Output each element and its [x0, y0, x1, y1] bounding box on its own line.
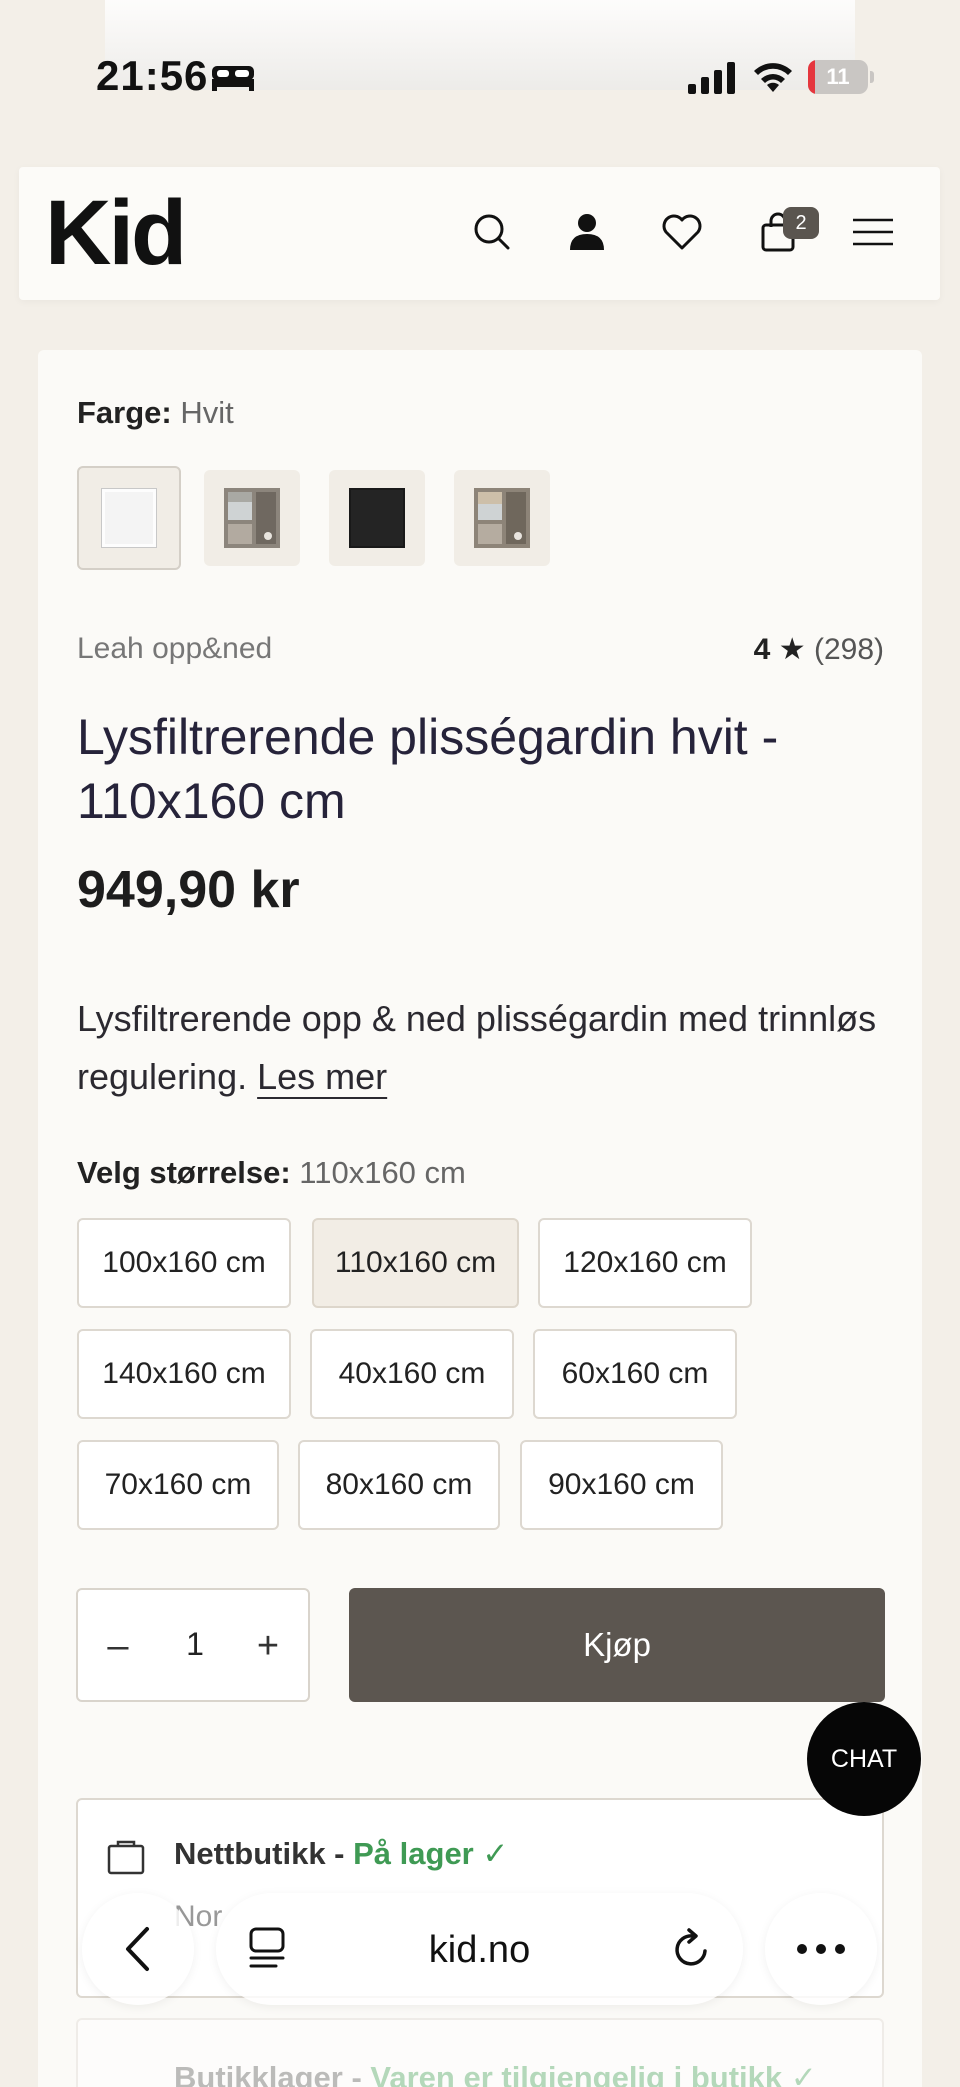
swatch-grey-room[interactable] — [204, 470, 300, 566]
account-icon[interactable] — [562, 207, 612, 257]
quantity-value[interactable]: 1 — [158, 1626, 232, 1663]
swatch-beige-room[interactable] — [454, 470, 550, 566]
size-option-selected[interactable]: 110x160 cm — [312, 1218, 519, 1308]
white-blind-thumbnail — [101, 488, 157, 548]
kid-logo[interactable]: Kid — [45, 187, 187, 279]
search-icon[interactable] — [467, 207, 517, 257]
product-card: Farge: Hvit Leah opp&ned 4 ★ (298) Lysfi… — [38, 350, 922, 2087]
product-brand[interactable]: Leah opp&ned — [77, 632, 272, 666]
browser-back-button[interactable] — [82, 1893, 194, 2005]
size-option[interactable]: 70x160 cm — [77, 1440, 279, 1530]
color-value: Hvit — [180, 395, 234, 430]
cart-count-badge: 2 — [783, 207, 819, 239]
url-text: kid.no — [428, 1929, 531, 1971]
product-rating[interactable]: 4 ★ (298) — [754, 632, 884, 667]
menu-icon[interactable] — [848, 207, 898, 257]
size-label: Velg størrelse: — [77, 1155, 291, 1190]
size-option[interactable]: 90x160 cm — [520, 1440, 723, 1530]
star-icon: ★ — [778, 633, 806, 666]
size-option[interactable]: 60x160 cm — [533, 1329, 737, 1419]
browser-address-bar[interactable]: kid.no — [216, 1893, 743, 2005]
read-more-link[interactable]: Les mer — [257, 1056, 387, 1097]
black-blind-thumbnail — [349, 488, 405, 548]
store-stock-label: Butikklager - — [174, 2060, 371, 2087]
bag-icon — [107, 1840, 145, 1875]
product-price: 949,90 kr — [77, 861, 300, 919]
buy-button[interactable]: Kjøp — [349, 1588, 885, 1702]
more-icon — [797, 1944, 845, 1954]
grey-blind-room-thumbnail — [224, 488, 280, 548]
size-option[interactable]: 80x160 cm — [298, 1440, 500, 1530]
online-store-label: Nettbutikk - — [174, 1836, 354, 1871]
size-option[interactable]: 120x160 cm — [538, 1218, 752, 1308]
wifi-icon — [754, 63, 792, 92]
size-row: Velg størrelse: 110x160 cm — [77, 1155, 466, 1191]
rating-value: 4 — [753, 633, 771, 666]
quantity-stepper: – 1 + — [76, 1588, 310, 1702]
battery-icon: 11 — [808, 60, 874, 94]
battery-level: 11 — [826, 64, 850, 89]
bed-icon — [212, 66, 254, 91]
status-bar: 21:56 11 — [0, 0, 960, 140]
store-stock-box: Butikklager - Varen er tilgjengelig i bu… — [76, 2018, 884, 2087]
store-available-text: Varen er tilgjengelig i butikk ✓ — [370, 2060, 817, 2087]
heart-icon[interactable] — [657, 207, 707, 257]
product-description: Lysfiltrerende opp & ned plisségardin me… — [77, 990, 877, 1106]
color-row: Farge: Hvit — [77, 395, 234, 431]
rating-count: (298) — [813, 633, 884, 666]
size-value: 110x160 cm — [299, 1155, 466, 1190]
color-label: Farge: — [77, 395, 172, 430]
in-stock-text: På lager ✓ — [353, 1836, 509, 1871]
status-time: 21:56 — [96, 52, 209, 99]
product-title: Lysfiltrerende plisségardin hvit - 110x1… — [77, 709, 779, 829]
signal-icon — [688, 62, 735, 94]
site-header: Kid 2 — [19, 167, 940, 300]
description-text: Lysfiltrerende opp & ned plisségardin me… — [77, 998, 877, 1097]
store-stock-status: Butikklager - Varen er tilgjengelig i bu… — [174, 2060, 817, 2087]
reload-icon — [675, 1928, 707, 1966]
size-option[interactable]: 140x160 cm — [77, 1329, 291, 1419]
beige-blind-room-thumbnail — [474, 488, 530, 548]
size-option[interactable]: 40x160 cm — [310, 1329, 514, 1419]
swatch-white[interactable] — [77, 466, 181, 570]
online-stock-status: Nettbutikk - På lager ✓ — [174, 1836, 508, 1872]
swatch-black[interactable] — [329, 470, 425, 566]
browser-more-button[interactable] — [765, 1893, 877, 2005]
quantity-increase-button[interactable]: + — [246, 1624, 290, 1668]
chat-button[interactable]: CHAT — [807, 1702, 921, 1816]
back-icon — [126, 1927, 149, 1971]
quantity-decrease-button[interactable]: – — [96, 1624, 140, 1668]
size-option[interactable]: 100x160 cm — [77, 1218, 291, 1308]
